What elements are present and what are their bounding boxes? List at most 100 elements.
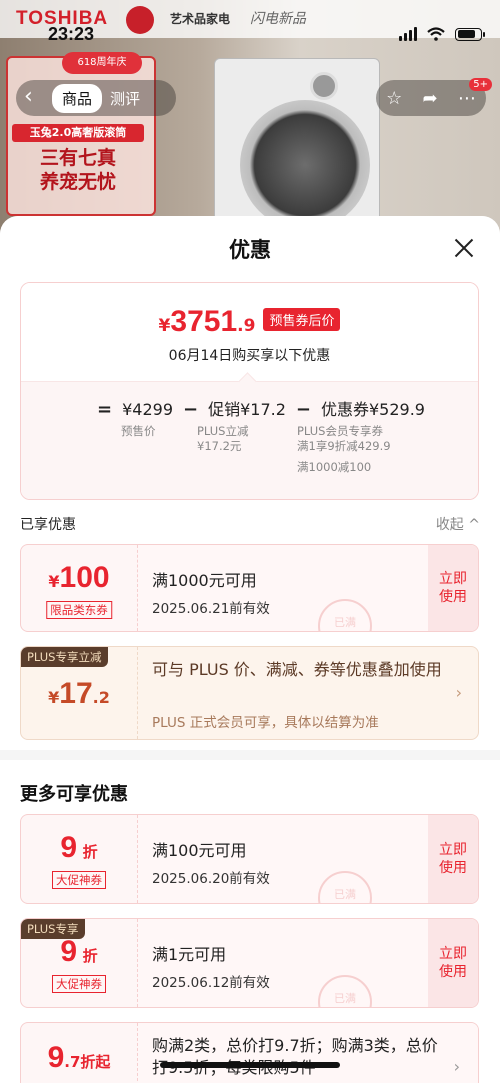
close-icon[interactable] [454, 238, 474, 258]
minus-sign: − [183, 399, 199, 420]
plus-note: PLUS 正式会员可享，具体以结算为准 [152, 715, 379, 731]
use-now-label: 立即 [439, 571, 467, 587]
coupon-discount: 9 折 [21, 935, 137, 969]
coupon-value: 优惠券¥529.9 [321, 400, 425, 419]
multi-category-discount-card[interactable]: 9.7折起 购满2类，总价打9.7折；购满3类，总价打9.5折；每类限购5件 › [20, 1022, 479, 1083]
use-now-label: 使用 [439, 964, 467, 980]
price-top: ¥ 3751 .9 预售券后价 06月14日购买享以下优惠 [21, 283, 478, 381]
sheet-header: 优惠 [0, 216, 500, 278]
sheet-title: 优惠 [229, 238, 271, 262]
coupon-expiry: 2025.06.12前有效 [152, 975, 270, 991]
price-decimal: .9 [237, 316, 256, 336]
coupon-amount-area: 9 折 大促神券 [21, 815, 138, 903]
use-now-label: 立即 [439, 842, 467, 858]
plus-amount-area: ¥17.2 [21, 647, 138, 739]
enjoyed-header: 已享优惠 收起 ^ [20, 500, 480, 544]
washer-dial [310, 72, 338, 100]
brand-tagline-2: 闪电新品 [250, 11, 306, 27]
plus-amount-dec: .2 [92, 688, 110, 707]
presale-price: ¥4299 [122, 400, 173, 419]
more-title: 更多可享优惠 [20, 784, 128, 805]
slogan-line-1: 三有七真 [39, 147, 116, 169]
price-summary-card: ¥ 3751 .9 预售券后价 06月14日购买享以下优惠 = ¥4299 − … [20, 282, 479, 500]
plus-info: 可与 PLUS 价、满减、券等优惠叠加使用 PLUS 正式会员可享，具体以结算为… [138, 647, 478, 739]
use-now-label: 使用 [439, 860, 467, 876]
minus-sign: − [295, 399, 311, 420]
use-now-button[interactable]: 立即 使用 [428, 545, 478, 631]
discount-unit: 折 [82, 843, 98, 861]
price-breakdown: = ¥4299 − 促销¥17.2 − 优惠券¥529.9 预售价 PLUS立减… [21, 381, 478, 499]
discount-number: 9 [60, 935, 78, 968]
washer-door [240, 100, 370, 230]
plus-amount-int: 17 [59, 677, 93, 710]
coupon-condition: 满1000元可用 [152, 571, 257, 590]
presale-label: 预售价 [121, 424, 156, 438]
coupon-type-label: 大促神券 [52, 975, 106, 993]
coupon-info: 满100元可用 2025.06.20前有效 已满 [138, 815, 428, 903]
coupon-card: 9 折 大促神券 满100元可用 2025.06.20前有效 已满 立即使用 [20, 814, 479, 904]
used-stamp: 已满 [318, 599, 372, 631]
tab-review[interactable]: 测评 [110, 88, 140, 109]
coupon-detail: PLUS会员专享券 满1享9折减429.9 满1000减100 [297, 424, 391, 475]
coupon-info: 购满2类，总价打9.7折；购满3类，总价打9.5折；每类限购5件 › [138, 1023, 478, 1083]
discount-number: 9 [60, 831, 78, 864]
favorite-icon[interactable]: ☆ [386, 88, 402, 109]
coupon-amount-area: ¥100 限品类东券 [21, 545, 138, 631]
status-time: 23:23 [48, 24, 95, 44]
status-icons [399, 27, 485, 41]
coupon-condition: 满100元可用 [152, 841, 247, 860]
enjoyed-title: 已享优惠 [20, 517, 76, 533]
coupon-expiry: 2025.06.21前有效 [152, 601, 270, 617]
coupon-card: PLUS专享 9 折 大促神券 满1元可用 2025.06.12前有效 已满 立… [20, 918, 479, 1008]
equals-sign: = [97, 399, 113, 420]
wifi-icon [427, 27, 445, 41]
discount-sheet: 优惠 ¥ 3751 .9 预售券后价 06月14日购买享以下优惠 = ¥4299… [0, 216, 500, 1083]
brand-tagline: 艺术品家电 [170, 12, 231, 26]
anniversary-logo-icon [126, 6, 154, 34]
coupon-type-label: 限品类东券 [46, 601, 112, 619]
coupon-type-label: 大促神券 [52, 871, 106, 889]
tab-product[interactable]: 商品 [52, 83, 103, 113]
coupon-amount-value: 100 [59, 561, 110, 594]
used-stamp: 已满 [318, 871, 372, 903]
coupon-info: 满1000元可用 2025.06.21前有效 已满 [138, 545, 428, 631]
use-now-label: 使用 [439, 589, 467, 605]
slogan: 三有七真 养宠无忧 [12, 146, 144, 194]
coupon-detail-line: 满1享9折减429.9 [297, 439, 391, 453]
coupon-condition: 满1元可用 [152, 945, 227, 964]
final-price: ¥ 3751 .9 预售券后价 [21, 305, 478, 339]
share-icon[interactable]: ➦ [423, 88, 438, 109]
discount-unit: 折 [82, 947, 98, 965]
message-badge: 5+ [469, 78, 492, 91]
signal-icon [399, 27, 417, 41]
use-now-button[interactable]: 立即 使用 [428, 919, 478, 1007]
coupon-discount: 9.7折起 [21, 1041, 137, 1075]
plus-exclusive-tag: PLUS专享 [21, 919, 85, 939]
multi-discount-text: 购满2类，总价打9.7折；购满3类，总价打9.5折；每类限购5件 [152, 1036, 438, 1077]
battery-icon [455, 27, 485, 41]
coupon-amount-area: 9.7折起 [21, 1023, 138, 1083]
plus-discount-card[interactable]: PLUS专享立减 ¥17.2 可与 PLUS 价、满减、券等优惠叠加使用 PLU… [20, 646, 479, 740]
collapse-button[interactable]: 收起 ^ [436, 514, 480, 534]
plus-description: 可与 PLUS 价、满减、券等优惠叠加使用 [152, 660, 442, 679]
back-icon[interactable]: ‹ [24, 86, 44, 108]
plus-amount: ¥17.2 [21, 677, 137, 711]
discount-unit: .7折起 [64, 1053, 111, 1071]
plus-currency: ¥ [48, 688, 60, 707]
price-currency: ¥ [158, 316, 171, 336]
price-subtitle: 06月14日购买享以下优惠 [168, 348, 331, 364]
used-stamp: 已满 [318, 975, 372, 1007]
promo-value: 促销¥17.2 [208, 400, 286, 419]
price-tag: 预售券后价 [263, 308, 341, 331]
promo-detail-line: PLUS立减 [197, 424, 249, 438]
model-label: 玉兔2.0高奢版滚筒 [12, 124, 144, 142]
coupon-detail-line: 满1000减100 [297, 460, 372, 474]
coupon-expiry: 2025.06.20前有效 [152, 871, 270, 887]
anniversary-badge: 618周年庆 [62, 52, 142, 74]
coupon-info: 满1元可用 2025.06.12前有效 已满 [138, 919, 428, 1007]
home-indicator [160, 1062, 340, 1068]
product-nav: ‹ 商品 测评 [16, 80, 176, 116]
coupon-detail-line: PLUS会员专享券 [297, 424, 383, 438]
use-now-button[interactable]: 立即 使用 [428, 815, 478, 903]
promo-detail: PLUS立减 ¥17.2元 [197, 424, 249, 454]
